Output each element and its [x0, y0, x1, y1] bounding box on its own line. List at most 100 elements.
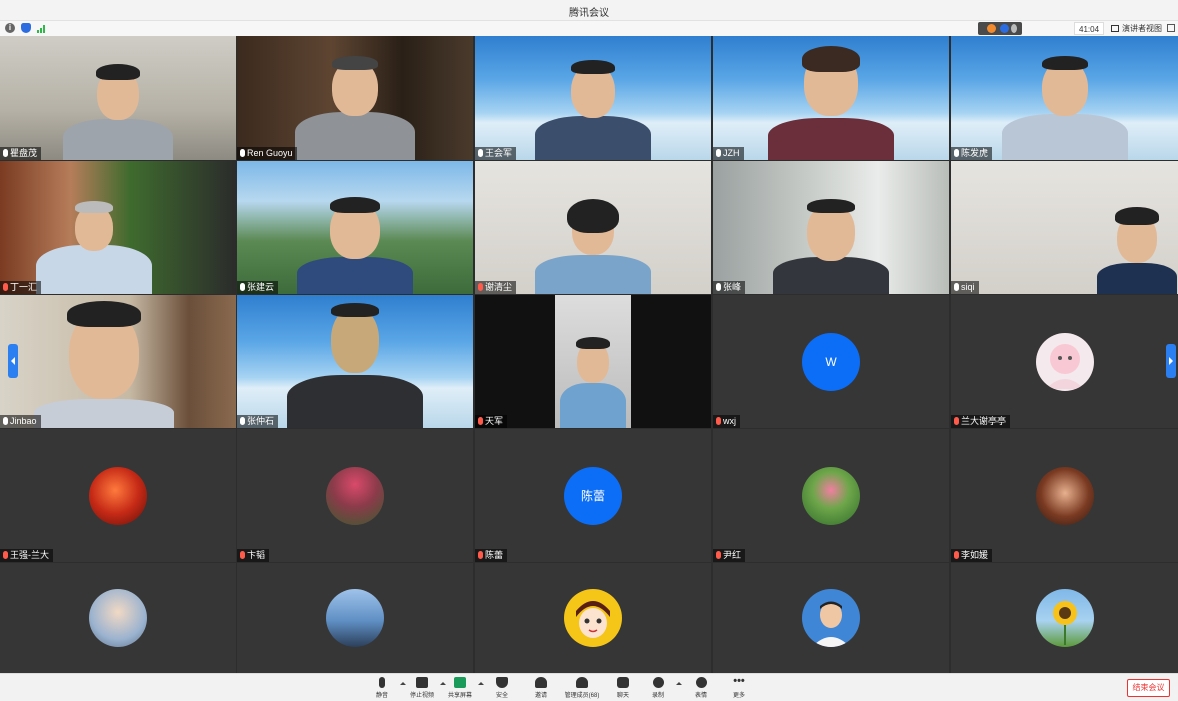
video-tile[interactable]: siqi — [951, 161, 1178, 294]
mic-icon — [478, 149, 483, 157]
participant-avatar — [89, 589, 147, 647]
video-tile[interactable]: 谢清尘 — [475, 161, 711, 294]
page-next-button[interactable] — [1166, 344, 1176, 378]
participant-name-tag: Jinbao — [0, 415, 41, 428]
record-icon — [652, 677, 664, 688]
mic-icon — [3, 417, 8, 425]
video-tile[interactable]: Ren Guoyu — [237, 36, 473, 160]
video-tile[interactable] — [0, 563, 236, 673]
video-tile[interactable]: 瞿盘茂 — [0, 36, 236, 160]
video-tile[interactable] — [237, 563, 473, 673]
mute-button[interactable]: 静音 — [362, 677, 402, 701]
chat-bubble-icon — [617, 677, 629, 688]
page-prev-button[interactable] — [8, 344, 18, 378]
video-tile[interactable] — [475, 563, 711, 673]
invite-button[interactable]: 邀请 — [521, 677, 561, 701]
participant-figure — [1097, 207, 1178, 294]
mic-muted-icon — [954, 417, 959, 425]
help-icon[interactable] — [1000, 24, 1009, 33]
smiley-icon — [695, 677, 707, 688]
microphone-icon — [379, 677, 385, 688]
video-tile[interactable]: 张仲石 — [237, 295, 473, 428]
mic-icon — [240, 417, 245, 425]
participant-figure — [58, 64, 178, 160]
video-tile[interactable]: 张峰 — [713, 161, 949, 294]
mic-muted-icon — [3, 283, 8, 291]
video-tile[interactable] — [951, 563, 1178, 673]
video-tile[interactable]: 李如媛 — [951, 429, 1178, 562]
participant-avatar — [326, 589, 384, 647]
participant-figure — [771, 197, 891, 294]
participant-name-tag: 谢清尘 — [475, 281, 517, 294]
security-button[interactable]: 安全 — [482, 677, 522, 701]
menu-icon[interactable] — [1011, 24, 1017, 33]
title-bar: 腾讯会议 — [0, 0, 1178, 21]
add-person-icon — [535, 677, 547, 688]
mic-icon — [240, 283, 245, 291]
mic-icon — [3, 149, 8, 157]
end-meeting-button[interactable]: 结束会议 — [1127, 679, 1170, 697]
fullscreen-icon[interactable] — [1167, 24, 1175, 32]
participant-name-tag: siqi — [951, 281, 979, 294]
participant-name-tag: 陈蕾 — [475, 549, 508, 562]
participant-name-tag: 李如媛 — [951, 549, 993, 562]
video-tile[interactable] — [713, 563, 949, 673]
grid-view-icon — [1111, 25, 1119, 32]
video-tile[interactable]: Jinbao — [0, 295, 236, 428]
participant-name-tag: 王强-兰大 — [0, 549, 53, 562]
video-tile[interactable]: 尹红 — [713, 429, 949, 562]
video-tile[interactable]: 王强-兰大 — [0, 429, 236, 562]
info-icon[interactable]: i — [5, 23, 15, 33]
video-tile[interactable]: 卞韬 — [237, 429, 473, 562]
participant-name-tag: 瞿盘茂 — [0, 147, 42, 160]
participant-figure — [533, 199, 653, 294]
reactions-button[interactable]: 表情 — [681, 677, 721, 701]
view-switch-button[interactable]: 演讲者视图 — [1110, 22, 1162, 35]
mic-muted-icon — [3, 551, 8, 559]
shield-icon[interactable] — [21, 23, 31, 33]
participant-name-tag: 丁一汇 — [0, 281, 42, 294]
shield-icon — [496, 677, 508, 688]
share-screen-icon — [454, 677, 466, 688]
participant-figure — [34, 201, 154, 294]
meeting-window: 腾讯会议 i 41:04 演讲者视图 瞿盘茂 Ren Guoyu 王会军 JZH… — [0, 0, 1178, 701]
floating-tools[interactable] — [978, 22, 1022, 35]
participant-name-tag: 天军 — [475, 415, 508, 428]
participant-name-tag: 张仲石 — [237, 415, 279, 428]
orange-app-icon[interactable] — [987, 24, 996, 33]
participant-avatar: W — [802, 332, 860, 391]
participant-avatar — [1035, 589, 1094, 647]
share-screen-button[interactable]: 共享屏幕 — [440, 677, 480, 701]
more-button[interactable]: ••• 更多 — [719, 676, 759, 701]
video-tile[interactable]: 丁一汇 — [0, 161, 236, 294]
video-tile[interactable]: 陈蕾 陈蕾 — [475, 429, 711, 562]
mic-muted-icon — [478, 417, 483, 425]
participant-name-tag: 兰大谢亭亭 — [951, 415, 1011, 428]
participant-avatar — [89, 466, 147, 525]
video-tile[interactable]: 陈发虎 — [951, 36, 1178, 160]
chat-button[interactable]: 聊天 — [603, 677, 643, 701]
mic-icon — [716, 283, 721, 291]
meeting-timer: 41:04 — [1074, 22, 1105, 35]
participant-figure — [766, 46, 896, 160]
video-tile[interactable]: 兰大谢亭亭 — [951, 295, 1178, 428]
video-tile[interactable]: 天军 — [475, 295, 711, 428]
video-tile[interactable]: JZH — [713, 36, 949, 160]
members-icon — [576, 677, 588, 688]
participant-figure — [285, 303, 425, 428]
participant-name-tag: 卞韬 — [237, 549, 270, 562]
participant-avatar — [326, 466, 384, 525]
mic-muted-icon — [478, 283, 483, 291]
participant-avatar: 陈蕾 — [564, 466, 622, 525]
participant-avatar — [564, 589, 622, 647]
stop-video-button[interactable]: 停止视频 — [402, 677, 442, 701]
record-button[interactable]: 录制 — [638, 677, 678, 701]
mic-icon — [716, 149, 721, 157]
video-tile[interactable]: 王会军 — [475, 36, 711, 160]
video-tile[interactable]: 张建云 — [237, 161, 473, 294]
camera-icon — [416, 677, 428, 688]
participant-name-tag: wxj — [713, 415, 740, 428]
manage-members-button[interactable]: 管理成员(68) — [561, 677, 603, 701]
signal-icon[interactable] — [37, 24, 47, 33]
video-tile[interactable]: W wxj — [713, 295, 949, 428]
